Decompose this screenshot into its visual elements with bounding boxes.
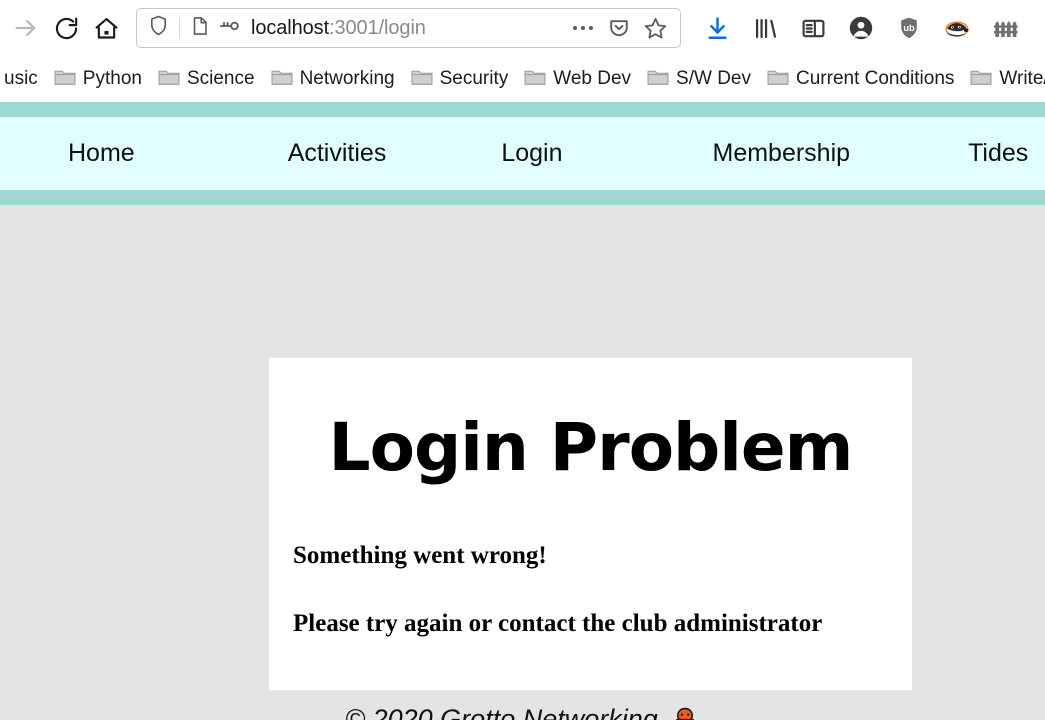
page-viewport: Home Activities Login Membership Tides L… bbox=[0, 102, 1045, 720]
site-navigation: Home Activities Login Membership Tides bbox=[0, 117, 1045, 190]
bookmark-item[interactable]: Security bbox=[403, 64, 517, 95]
error-message-body: Something went wrong! Please try again o… bbox=[269, 541, 912, 639]
error-message-line-1: Something went wrong! bbox=[293, 542, 547, 569]
bookmark-label: Python bbox=[82, 68, 142, 89]
urlbar-actions bbox=[566, 11, 672, 45]
error-card: Login Problem Something went wrong! Plea… bbox=[269, 358, 912, 690]
bookmark-item[interactable]: S/W Dev bbox=[639, 64, 759, 95]
reload-icon[interactable] bbox=[46, 8, 86, 48]
bookmark-item[interactable]: Science bbox=[150, 64, 263, 95]
url-path: :3001/login bbox=[329, 16, 426, 39]
downloads-icon[interactable] bbox=[697, 8, 737, 48]
folder-icon bbox=[647, 68, 669, 91]
forward-arrow-icon[interactable] bbox=[6, 8, 46, 48]
folder-icon bbox=[411, 68, 433, 91]
site-footer: © 2020 Grotto Networking bbox=[0, 704, 1045, 720]
key-icon[interactable] bbox=[217, 14, 241, 43]
extension-toolbar: ub bbox=[689, 8, 1039, 48]
bookmark-label: Security bbox=[439, 68, 509, 89]
folder-icon bbox=[524, 68, 546, 91]
folder-icon bbox=[767, 68, 789, 91]
footer-text-wrap: © 2020 Grotto Networking bbox=[345, 704, 700, 720]
identity-box[interactable] bbox=[147, 14, 241, 43]
folder-icon bbox=[970, 68, 992, 91]
identity-separator bbox=[179, 18, 180, 38]
account-icon[interactable] bbox=[841, 8, 881, 48]
bookmark-item[interactable]: Python bbox=[46, 64, 150, 95]
nav-link-home[interactable]: Home bbox=[68, 139, 135, 168]
folder-icon bbox=[54, 68, 76, 91]
url-text[interactable]: localhost:3001/login bbox=[251, 17, 566, 40]
privacy-badger-icon[interactable] bbox=[937, 8, 977, 48]
nav-band-top bbox=[0, 102, 1045, 117]
nav-link-login[interactable]: Login bbox=[501, 139, 562, 168]
bookmark-item[interactable]: Current Conditions bbox=[759, 64, 962, 95]
bookmark-item[interactable]: Web Dev bbox=[516, 64, 639, 95]
nav-item-tides[interactable]: Tides bbox=[968, 139, 1028, 168]
nav-item-login[interactable]: Login bbox=[501, 139, 562, 168]
bookmark-item[interactable]: Networking bbox=[263, 64, 403, 95]
fence-icon[interactable] bbox=[985, 8, 1025, 48]
bookmark-label: Networking bbox=[299, 68, 395, 89]
url-host: localhost bbox=[251, 16, 330, 39]
shield-icon[interactable] bbox=[147, 14, 170, 42]
library-icon[interactable] bbox=[745, 8, 785, 48]
folder-icon bbox=[271, 68, 293, 91]
bookmark-label: usic bbox=[4, 68, 38, 89]
bookmark-item[interactable]: usic bbox=[0, 64, 46, 94]
ublock-origin-icon[interactable]: ub bbox=[889, 8, 929, 48]
bookmark-label: Write/Tea bbox=[999, 68, 1045, 89]
browser-toolbar: localhost:3001/login ub bbox=[0, 0, 1045, 56]
error-message-line-2: Please try again or contact the club adm… bbox=[293, 610, 823, 637]
svg-text:ub: ub bbox=[903, 23, 915, 33]
bookmark-item[interactable]: Write/Tea bbox=[962, 64, 1045, 95]
star-icon[interactable] bbox=[638, 11, 672, 45]
bookmark-label: Web Dev bbox=[553, 68, 632, 89]
home-icon[interactable] bbox=[86, 8, 126, 48]
sidebar-icon[interactable] bbox=[793, 8, 833, 48]
browser-chrome: localhost:3001/login ub usic Python Scie… bbox=[0, 0, 1045, 102]
nav-link-tides[interactable]: Tides bbox=[968, 139, 1028, 168]
nav-band-bottom bbox=[0, 190, 1045, 205]
page-title: Login Problem bbox=[328, 409, 854, 486]
copyright-text: © 2020 Grotto Networking bbox=[345, 704, 658, 720]
nav-link-activities[interactable]: Activities bbox=[288, 139, 387, 168]
folder-icon bbox=[158, 68, 180, 91]
address-bar[interactable]: localhost:3001/login bbox=[136, 8, 681, 48]
nav-item-membership[interactable]: Membership bbox=[713, 139, 851, 168]
bookmark-label: Science bbox=[186, 68, 255, 89]
page-document-icon[interactable] bbox=[189, 15, 211, 42]
octopus-emoji bbox=[670, 705, 700, 720]
bookmarks-toolbar: usic Python Science Networking Security … bbox=[0, 56, 1045, 102]
nav-link-membership[interactable]: Membership bbox=[713, 139, 851, 168]
nav-item-activities[interactable]: Activities bbox=[288, 139, 387, 168]
pocket-icon[interactable] bbox=[602, 11, 636, 45]
bookmark-label: Current Conditions bbox=[796, 68, 955, 89]
nav-item-home[interactable]: Home bbox=[68, 139, 135, 168]
ellipsis-icon[interactable] bbox=[566, 11, 600, 45]
bookmark-label: S/W Dev bbox=[676, 68, 751, 89]
